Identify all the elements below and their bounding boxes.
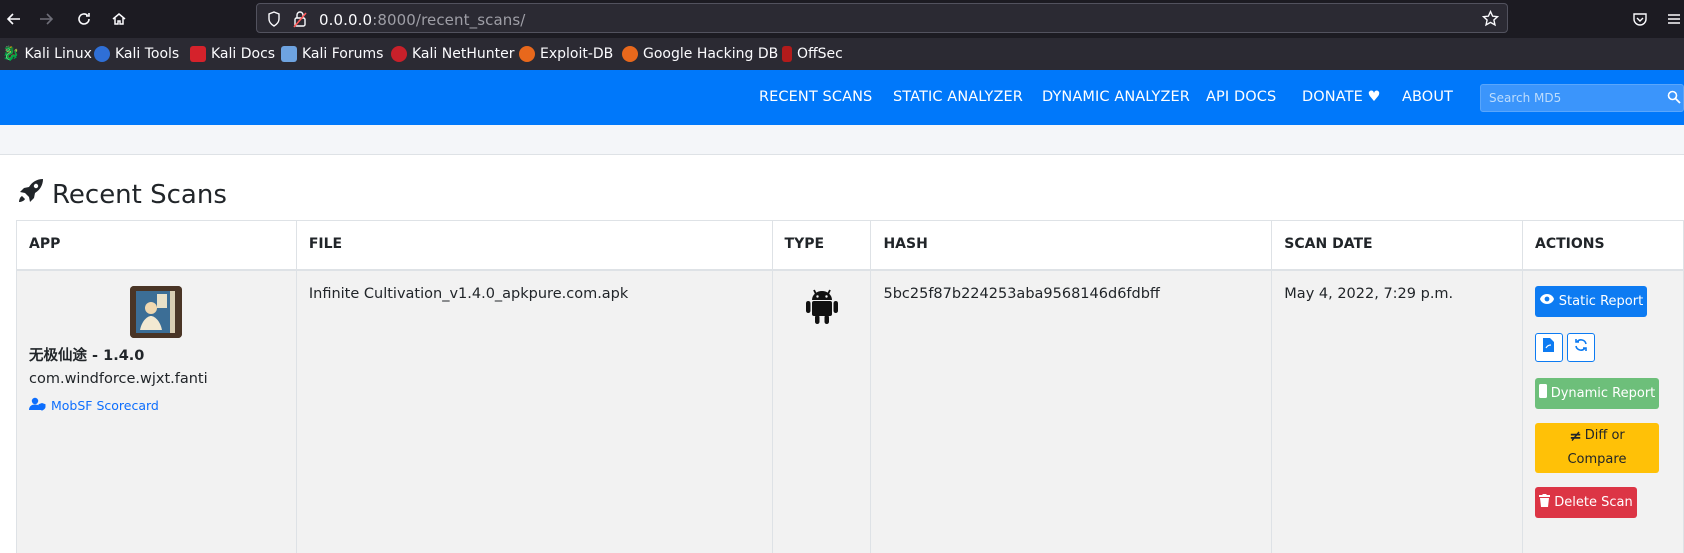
actions-cell: Static Report Dynamic Report ≠ Diff or C… [1521,269,1684,553]
bookmark-google-hacking-db[interactable]: Google Hacking DB [622,45,778,63]
bookmark-kali-linux[interactable]: 🐉 Kali Linux [2,45,92,63]
sync-icon [1574,338,1588,356]
nav-static-analyzer[interactable]: STATIC ANALYZER [893,89,1023,105]
header-actions: ACTIONS [1521,220,1684,271]
exploit-db-icon [519,46,535,62]
static-report-button[interactable]: Static Report [1534,285,1647,317]
insecure-lock-icon[interactable] [293,10,307,33]
nav-donate[interactable]: DONATE ♥ [1302,89,1381,105]
address-bar[interactable]: 0.0.0.0:8000/recent_scans/ [256,3,1508,33]
bookmark-kali-docs[interactable]: Kali Docs [190,45,275,63]
bookmark-kali-forums[interactable]: Kali Forums [281,45,383,63]
offsec-icon [782,46,792,62]
back-icon[interactable] [2,7,26,31]
bookmark-kali-nethunter[interactable]: Kali NetHunter [391,45,514,63]
kali-nethunter-icon [391,46,407,62]
rescan-button[interactable] [1566,332,1595,362]
search-icon[interactable] [1667,90,1681,107]
app-cell: 无极仙途 - 1.4.0 com.windforce.wjxt.fanti Mo… [16,269,297,553]
header-file: FILE [295,220,773,271]
nav-dynamic-analyzer[interactable]: DYNAMIC ANALYZER [1042,89,1190,105]
recent-scans-table: APP FILE TYPE HASH SCAN DATE ACTIONS 无极仙… [16,220,1684,553]
dynamic-report-button[interactable]: Dynamic Report [1534,377,1659,409]
pocket-icon[interactable] [1628,7,1652,31]
header-app: APP [16,220,297,271]
header-type: TYPE [771,220,872,271]
bookmark-kali-tools[interactable]: Kali Tools [94,45,179,63]
header-hash: HASH [870,220,1273,271]
scan-date-cell: May 4, 2022, 7:29 p.m. [1271,269,1523,553]
content-header-bar [0,125,1684,155]
bookmark-offsec[interactable]: OffSec [782,45,843,63]
scorecard-link[interactable]: MobSF Scorecard [29,397,159,414]
app-icon [130,285,183,338]
forward-icon[interactable] [34,7,58,31]
delete-scan-button[interactable]: Delete Scan [1534,486,1637,518]
file-cell: Infinite Cultivation_v1.4.0_apkpure.com.… [295,269,773,553]
header-scan-date: SCAN DATE [1271,220,1523,271]
shield-icon[interactable] [267,11,281,32]
bookmarks-toolbar: 🐉 Kali Linux Kali Tools Kali Docs Kali F… [0,38,1684,70]
kali-forums-icon [281,46,297,62]
browser-toolbar: 0.0.0.0:8000/recent_scans/ [0,0,1684,38]
app-name: 无极仙途 - 1.4.0 [29,347,145,364]
menu-icon[interactable] [1662,7,1684,31]
search-md5-input[interactable]: Search MD5 [1480,84,1684,112]
kali-docs-icon [190,46,206,62]
mobile-icon [1538,384,1547,402]
ghdb-icon [622,46,638,62]
user-shield-icon [29,397,47,414]
kali-dragon-icon: 🐉 [2,46,20,62]
type-cell [771,269,872,553]
diff-compare-button[interactable]: ≠ Diff or Compare [1534,422,1659,473]
home-icon[interactable] [107,7,131,31]
trash-icon [1539,493,1551,511]
url-text: 0.0.0.0:8000/recent_scans/ [319,11,526,29]
eye-icon [1539,293,1555,309]
nav-about[interactable]: ABOUT [1402,89,1453,105]
pdf-report-button[interactable] [1534,332,1563,362]
table-header-row: APP FILE TYPE HASH SCAN DATE ACTIONS [16,220,1684,271]
hash-cell: 5bc25f87b224253aba9568146d6fdbff [870,269,1273,553]
kali-tools-icon [94,46,110,62]
file-pdf-icon [1543,338,1555,356]
reload-icon[interactable] [72,7,96,31]
app-navbar: RECENT SCANS STATIC ANALYZER DYNAMIC ANA… [0,70,1684,125]
page-title: Recent Scans [16,177,227,212]
nav-recent-scans[interactable]: RECENT SCANS [759,89,872,105]
table-row: 无极仙途 - 1.4.0 com.windforce.wjxt.fanti Mo… [16,269,1684,553]
android-icon [804,289,840,330]
rocket-icon [16,177,46,212]
nav-api-docs[interactable]: API DOCS [1206,89,1276,105]
not-equal-icon: ≠ [1569,426,1582,445]
package-name: com.windforce.wjxt.fanti [29,370,208,387]
bookmark-star-icon[interactable] [1481,9,1500,32]
bookmark-exploit-db[interactable]: Exploit-DB [519,45,613,63]
